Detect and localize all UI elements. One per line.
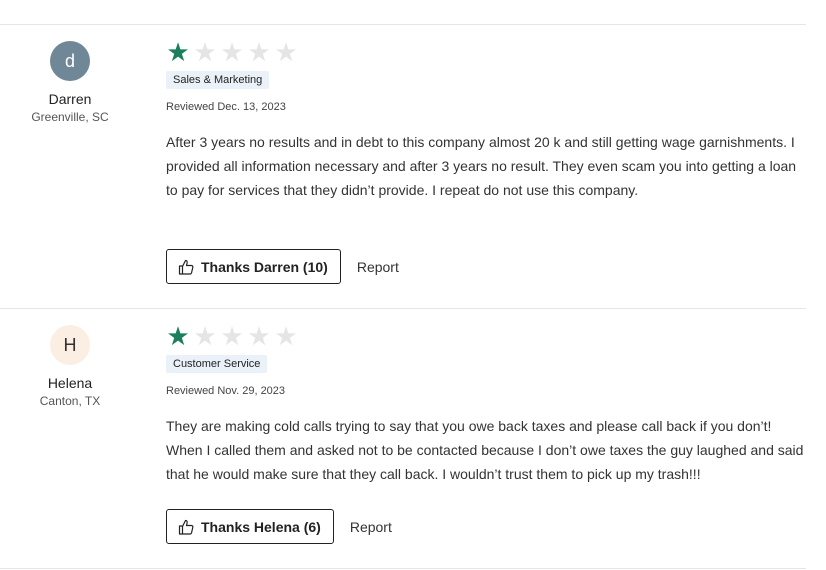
avatar: H xyxy=(50,325,90,365)
report-link[interactable]: Report xyxy=(350,519,392,535)
review-card: d Darren Greenville, SC ★ ★ ★ ★ ★ Sales … xyxy=(0,25,806,307)
reviewer-name[interactable]: Darren xyxy=(0,91,140,107)
star-icon: ★ xyxy=(193,321,217,351)
star-icon: ★ xyxy=(220,321,244,351)
review-date: Reviewed Dec. 13, 2023 xyxy=(166,101,286,113)
star-icon: ★ xyxy=(274,321,298,351)
reviewer-info: H Helena Canton, TX xyxy=(0,325,140,408)
review-actions: Thanks Darren (10) Report xyxy=(166,249,399,284)
thanks-button[interactable]: Thanks Darren (10) xyxy=(166,249,341,284)
review-content: ★ ★ ★ ★ ★ Customer Service Reviewed Nov.… xyxy=(166,321,806,486)
review-actions: Thanks Helena (6) Report xyxy=(166,509,392,544)
category-tag: Customer Service xyxy=(166,355,268,373)
star-icon: ★ xyxy=(274,37,298,67)
thanks-button[interactable]: Thanks Helena (6) xyxy=(166,509,334,544)
star-rating: ★ ★ ★ ★ ★ xyxy=(166,321,806,351)
category-tag: Sales & Marketing xyxy=(166,71,270,89)
thanks-button-label: Thanks Darren (10) xyxy=(201,258,328,275)
star-icon: ★ xyxy=(247,37,271,67)
star-icon: ★ xyxy=(166,37,190,67)
reviewer-info: d Darren Greenville, SC xyxy=(0,41,140,124)
reviewer-location: Greenville, SC xyxy=(31,110,109,124)
report-link[interactable]: Report xyxy=(357,259,399,275)
star-icon: ★ xyxy=(193,37,217,67)
thanks-button-label: Thanks Helena (6) xyxy=(201,518,321,535)
review-content: ★ ★ ★ ★ ★ Sales & Marketing Reviewed Dec… xyxy=(166,37,806,202)
star-icon: ★ xyxy=(247,321,271,351)
bottom-divider xyxy=(0,568,806,569)
reviewer-name[interactable]: Helena xyxy=(0,375,140,391)
thumbs-up-icon xyxy=(178,259,194,275)
star-icon: ★ xyxy=(166,321,190,351)
review-text: After 3 years no results and in debt to … xyxy=(166,134,797,198)
avatar-letter: H xyxy=(63,334,77,355)
star-icon: ★ xyxy=(220,37,244,67)
review-card: H Helena Canton, TX ★ ★ ★ ★ ★ Customer S… xyxy=(0,309,806,567)
review-text: They are making cold calls trying to say… xyxy=(166,418,804,482)
thumbs-up-icon xyxy=(178,519,194,535)
avatar: d xyxy=(50,41,90,81)
reviewer-location: Canton, TX xyxy=(39,394,101,408)
star-rating: ★ ★ ★ ★ ★ xyxy=(166,37,806,67)
avatar-letter: d xyxy=(64,50,75,71)
review-date: Reviewed Nov. 29, 2023 xyxy=(166,385,286,397)
